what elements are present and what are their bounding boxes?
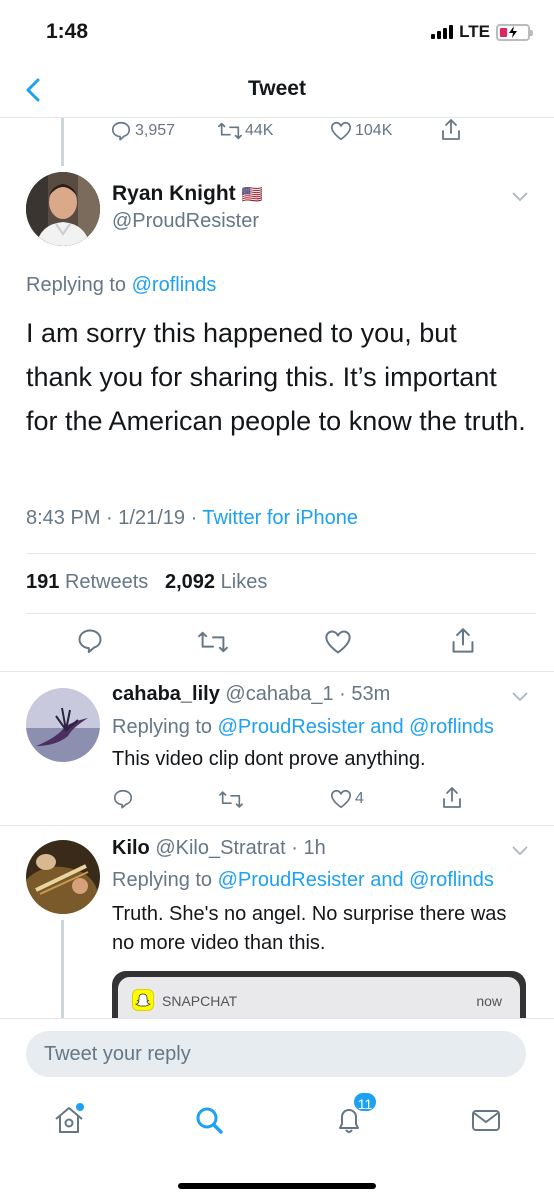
- reply-input[interactable]: Tweet your reply: [26, 1031, 526, 1077]
- profile-photo: [26, 172, 100, 246]
- reply-replying-to: Replying to @ProudResister and @roflinds: [112, 716, 494, 738]
- retweets-stat[interactable]: 191 Retweets: [26, 571, 154, 593]
- mention-link[interactable]: @roflinds: [132, 274, 217, 296]
- status-bar: 1:48 LTE: [0, 0, 554, 66]
- retweet-icon: [219, 791, 243, 808]
- home-indicator: [178, 1183, 376, 1189]
- share-button[interactable]: [450, 626, 476, 656]
- avatar[interactable]: [26, 172, 100, 246]
- engagement-stats: 191 Retweets 2,092 Likes: [26, 571, 267, 594]
- mention-link[interactable]: @ProudResister: [218, 869, 365, 891]
- tab-messages[interactable]: [469, 1103, 503, 1137]
- signal-icon: [431, 25, 454, 39]
- reply-author-handle[interactable]: @Kilo_Stratrat: [155, 837, 285, 859]
- retweet-icon: [198, 631, 228, 653]
- tweet-meta: 8:43 PM · 1/21/19 · Twitter for iPhone: [26, 507, 359, 529]
- chevron-down-icon[interactable]: [512, 192, 528, 202]
- tab-home[interactable]: [52, 1103, 86, 1137]
- notification-app: SNAPCHAT: [162, 993, 238, 1009]
- home-icon: [55, 1103, 84, 1133]
- network-label: LTE: [459, 22, 490, 41]
- reply-age: 53m: [351, 683, 391, 705]
- share-icon: [443, 787, 461, 808]
- reply-replying-to: Replying to @ProudResister and @roflinds: [112, 869, 494, 891]
- search-icon: [196, 1107, 223, 1134]
- thread-line: [61, 920, 64, 1018]
- reply-icon: [113, 789, 133, 809]
- chevron-down-icon[interactable]: [512, 692, 528, 702]
- divider: [26, 613, 536, 614]
- likes-stat[interactable]: 2,092 Likes: [165, 571, 267, 593]
- reply-header: cahaba_lily @cahaba_1 · 53m: [112, 683, 391, 705]
- page-title: Tweet: [248, 77, 306, 100]
- reply-author-name[interactable]: cahaba_lily: [112, 683, 220, 705]
- reply-avatar[interactable]: [26, 840, 100, 914]
- reply-text: Truth. She's no angel. No surprise there…: [112, 903, 507, 954]
- snapchat-icon: [132, 989, 154, 1011]
- parent-share-button[interactable]: [440, 118, 462, 142]
- parent-retweet-count: 44K: [245, 122, 274, 139]
- share-icon: [442, 119, 460, 140]
- reply-avatar[interactable]: [26, 688, 100, 762]
- divider: [0, 671, 554, 672]
- retweet-button[interactable]: [198, 629, 228, 655]
- parent-like-count: 104K: [355, 122, 393, 139]
- reply-reply-button[interactable]: [112, 788, 134, 810]
- heart-icon: [331, 789, 351, 809]
- profile-photo: [26, 840, 100, 914]
- author-name[interactable]: Ryan Knight 🇺🇸: [112, 182, 263, 206]
- status-time: 1:48: [46, 20, 89, 43]
- reply-retweet-button[interactable]: [219, 789, 243, 810]
- tab-search[interactable]: [192, 1103, 226, 1137]
- profile-photo: [26, 688, 100, 762]
- reply-share-button[interactable]: [441, 786, 463, 810]
- reply-text: This video clip dont prove anything.: [112, 748, 426, 770]
- status-indicators: LTE: [431, 22, 533, 42]
- tweet-time: 8:43 PM: [26, 507, 101, 529]
- divider: [0, 825, 554, 826]
- reply-like-button[interactable]: 4: [330, 788, 364, 810]
- battery-icon: [496, 23, 533, 41]
- mail-icon: [472, 1110, 500, 1131]
- parent-reply-count: 3,957: [135, 122, 176, 139]
- share-icon: [452, 628, 474, 653]
- reply-age: 1h: [303, 837, 326, 859]
- tab-bar: 11: [0, 1091, 554, 1147]
- mention-link[interactable]: @roflinds: [409, 869, 494, 891]
- flag-emoji: 🇺🇸: [241, 185, 263, 204]
- tweet-text: I am sorry this happened to you, but tha…: [26, 318, 526, 436]
- retweet-icon: [218, 122, 242, 140]
- mention-link[interactable]: @ProudResister: [218, 716, 365, 738]
- nav-bar: Tweet: [0, 66, 554, 118]
- reply-author-handle[interactable]: @cahaba_1: [225, 683, 333, 705]
- parent-reply-button[interactable]: 3,957: [110, 120, 175, 142]
- notification-badge: 11: [352, 1091, 378, 1113]
- like-button[interactable]: [324, 628, 352, 656]
- notification-time: now: [476, 993, 502, 1009]
- reply-like-count: 4: [355, 790, 364, 807]
- reply-header: Kilo @Kilo_Stratrat · 1h: [112, 837, 326, 859]
- divider: [26, 553, 536, 554]
- reply-icon: [78, 629, 102, 654]
- reply-author-name[interactable]: Kilo: [112, 837, 150, 859]
- replying-to: Replying to @roflinds: [26, 274, 217, 296]
- author-handle[interactable]: @ProudResister: [112, 210, 259, 233]
- bottom-bar: Tweet your reply 11: [0, 1018, 554, 1200]
- tweet-source[interactable]: Twitter for iPhone: [202, 507, 358, 529]
- heart-icon: [325, 630, 351, 654]
- parent-retweet-button[interactable]: 44K: [218, 120, 273, 142]
- tweet-date: 1/21/19: [118, 507, 185, 529]
- reply-icon: [111, 121, 131, 141]
- mention-link[interactable]: @roflinds: [409, 716, 494, 738]
- thread-line: [61, 118, 64, 166]
- chevron-down-icon[interactable]: [512, 846, 528, 856]
- parent-like-button[interactable]: 104K: [330, 120, 392, 142]
- reply-button[interactable]: [76, 627, 104, 655]
- heart-icon: [331, 121, 351, 141]
